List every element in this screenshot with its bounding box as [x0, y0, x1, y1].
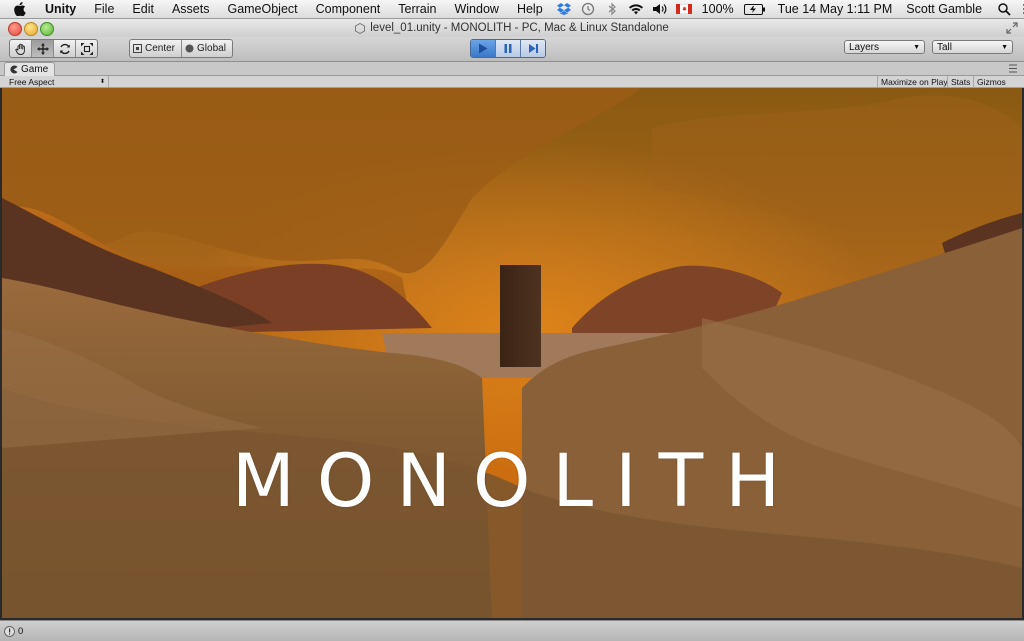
window-title-bar: level_01.unity - MONOLITH - PC, Mac & Li… — [0, 19, 1024, 37]
up-down-arrows-icon: ⬍ — [99, 79, 105, 85]
chevron-down-icon: ▼ — [1001, 43, 1008, 51]
time-machine-icon[interactable] — [580, 2, 596, 16]
aspect-dropdown[interactable]: Free Aspect ⬍ — [5, 76, 109, 87]
move-tool-button[interactable] — [32, 40, 54, 57]
aspect-label: Free Aspect — [9, 76, 55, 87]
fullscreen-icon[interactable] — [1006, 22, 1018, 34]
chevron-down-icon: ▼ — [913, 43, 920, 51]
pivot-rotation-label: Global — [197, 43, 226, 54]
unity-document-icon — [355, 22, 366, 34]
menu-app-unity[interactable]: Unity — [36, 2, 85, 16]
tab-game[interactable]: Game — [4, 62, 56, 76]
layers-dropdown-label: Layers — [849, 41, 880, 53]
bluetooth-icon[interactable] — [604, 2, 620, 16]
zoom-window-button[interactable] — [40, 22, 54, 36]
canada-flag-icon[interactable] — [675, 2, 692, 16]
user-name[interactable]: Scott Gamble — [898, 2, 988, 16]
battery-icon[interactable] — [743, 2, 766, 16]
transform-tools — [9, 39, 98, 58]
wifi-icon[interactable] — [628, 2, 644, 16]
scale-tool-button[interactable] — [76, 40, 97, 57]
console-warning-icon[interactable] — [4, 625, 15, 637]
status-bar: 0 — [0, 620, 1024, 641]
menu-gameobject[interactable]: GameObject — [218, 2, 306, 16]
pause-button[interactable] — [496, 40, 521, 57]
pivot-center-icon — [133, 44, 142, 53]
spotlight-search-icon[interactable] — [996, 2, 1012, 16]
game-view-toolbar: Free Aspect ⬍ Maximize on Play Stats Giz… — [0, 76, 1024, 88]
play-button[interactable] — [471, 40, 496, 57]
game-viewport[interactable]: MONOLITH — [2, 88, 1022, 618]
stats-toggle[interactable]: Stats — [947, 76, 973, 87]
pivot-center-label: Center — [145, 43, 176, 54]
maximize-on-play-toggle[interactable]: Maximize on Play — [877, 76, 951, 87]
step-button[interactable] — [521, 40, 545, 57]
dropbox-icon[interactable] — [556, 2, 572, 16]
menu-file[interactable]: File — [85, 2, 123, 16]
apple-menu-icon[interactable] — [14, 1, 26, 17]
playback-controls — [470, 39, 546, 58]
unity-toolbar: Center Global Layers ▼ Tall ▼ — [0, 37, 1024, 62]
game-view-tab-bar: Game — [0, 62, 1024, 76]
pacman-game-icon — [9, 65, 18, 74]
hand-tool-button[interactable] — [10, 40, 32, 57]
globe-icon — [185, 44, 194, 53]
game-scene — [2, 88, 1022, 618]
tab-game-label: Game — [21, 64, 49, 75]
window-title: level_01.unity - MONOLITH - PC, Mac & Li… — [370, 22, 669, 34]
clock[interactable]: Tue 14 May 1:11 PM — [770, 2, 899, 16]
menu-window[interactable]: Window — [445, 2, 507, 16]
menu-bar: Unity File Edit Assets GameObject Compon… — [0, 0, 1024, 19]
gizmos-dropdown[interactable]: Gizmos — [973, 76, 1018, 87]
menu-help[interactable]: Help — [508, 2, 552, 16]
layers-dropdown[interactable]: Layers ▼ — [844, 40, 925, 54]
status-count: 0 — [18, 625, 24, 637]
battery-percent[interactable]: 100% — [696, 2, 740, 16]
panel-menu-icon[interactable] — [1008, 64, 1018, 73]
menu-terrain[interactable]: Terrain — [389, 2, 445, 16]
monolith-title-overlay: MONOLITH — [231, 439, 803, 524]
pivot-rotation-toggle[interactable]: Global — [182, 40, 232, 57]
pivot-center-toggle[interactable]: Center — [130, 40, 183, 57]
menu-assets[interactable]: Assets — [163, 2, 219, 16]
gizmos-label: Gizmos — [977, 76, 1006, 87]
minimize-window-button[interactable] — [24, 22, 38, 36]
volume-icon[interactable] — [652, 2, 668, 16]
menu-component[interactable]: Component — [307, 2, 390, 16]
close-window-button[interactable] — [8, 22, 22, 36]
pivot-toggles: Center Global — [129, 39, 233, 58]
layout-dropdown[interactable]: Tall ▼ — [932, 40, 1013, 54]
menu-edit[interactable]: Edit — [123, 2, 163, 16]
rotate-tool-button[interactable] — [54, 40, 76, 57]
layout-dropdown-label: Tall — [937, 41, 953, 53]
